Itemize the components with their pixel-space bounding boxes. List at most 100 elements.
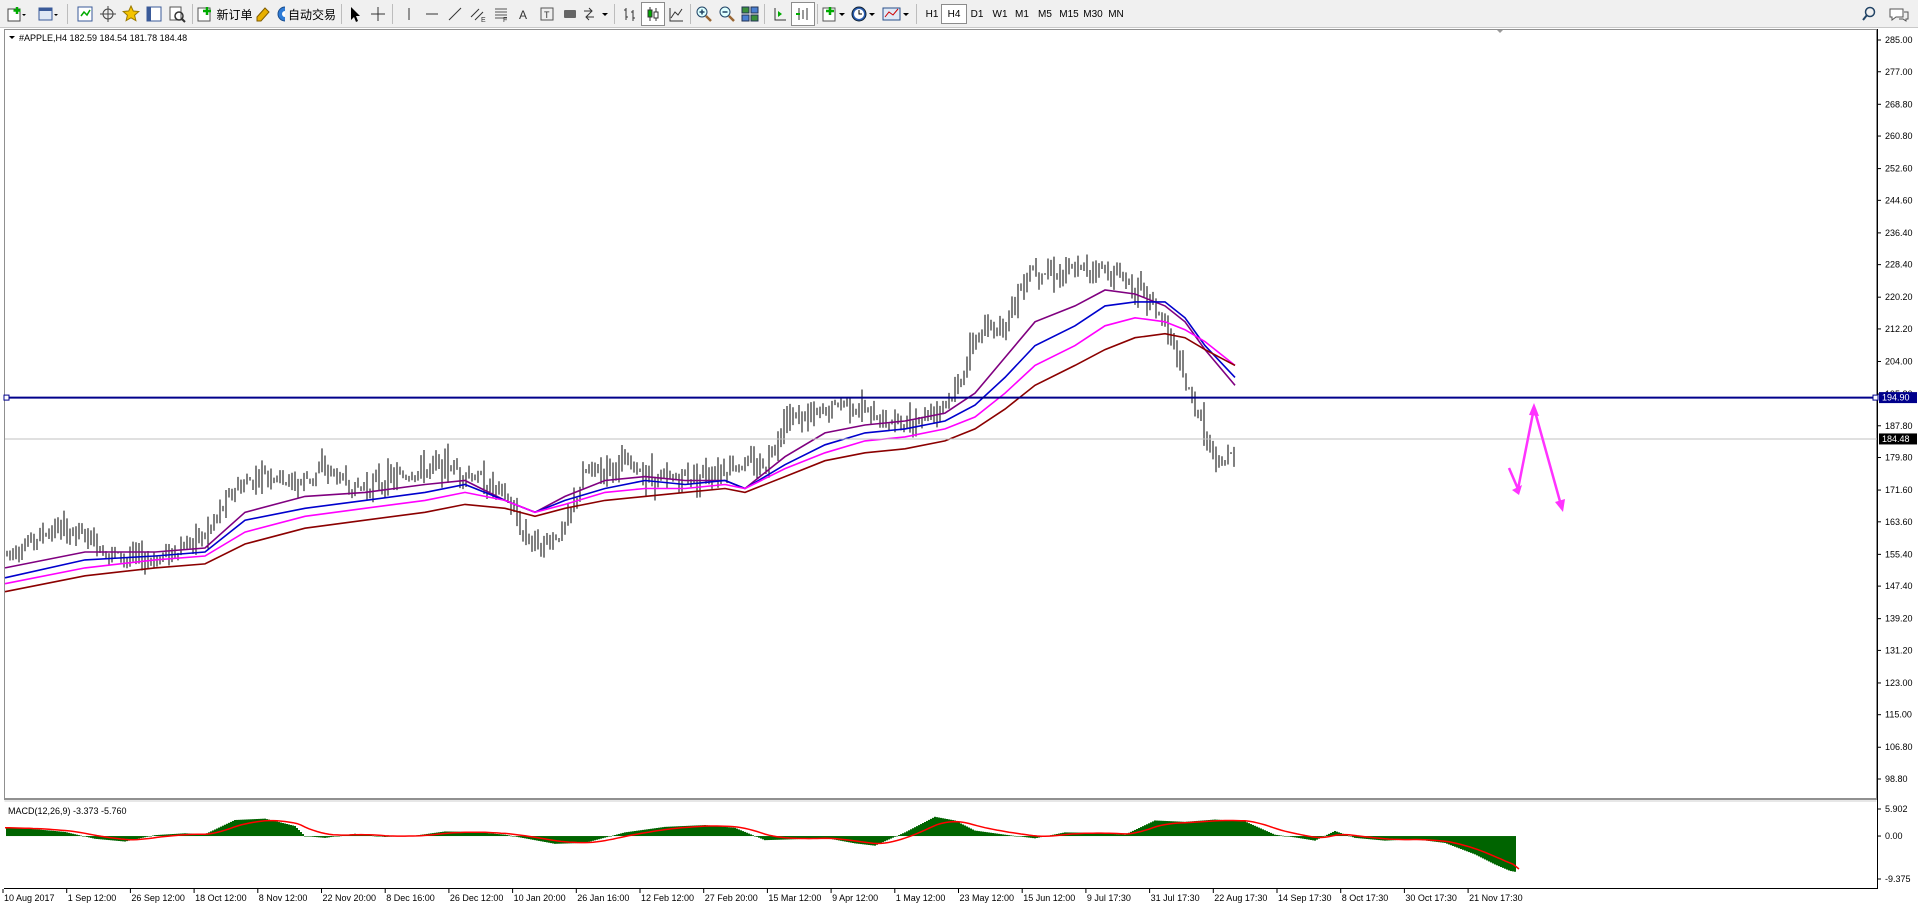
macd-histogram-bar bbox=[1028, 836, 1030, 838]
macd-histogram-bar bbox=[76, 834, 78, 837]
macd-histogram-bar bbox=[506, 835, 508, 837]
trendline-icon bbox=[448, 7, 462, 21]
macd-histogram-bar bbox=[238, 819, 240, 837]
chart-shift-button[interactable] bbox=[791, 2, 815, 26]
macd-histogram-bar bbox=[270, 820, 272, 837]
macd-histogram-bar bbox=[1248, 823, 1250, 837]
macd-histogram-bar bbox=[138, 836, 140, 839]
macd-histogram-bar bbox=[146, 836, 148, 837]
cursor-tool[interactable] bbox=[343, 2, 367, 26]
periods-dropdown[interactable] bbox=[850, 2, 878, 26]
line-chart-button[interactable] bbox=[664, 2, 688, 26]
market-watch-button[interactable] bbox=[73, 2, 97, 26]
macd-histogram-bar bbox=[160, 834, 162, 837]
macd-histogram-bar bbox=[726, 827, 728, 837]
macd-histogram-bar bbox=[308, 836, 310, 837]
macd-histogram-bar bbox=[1272, 833, 1274, 837]
hline-handle-left[interactable] bbox=[3, 394, 10, 401]
zoom-in-button[interactable] bbox=[692, 2, 716, 26]
macd-histogram-bar bbox=[1228, 820, 1230, 837]
new-chart-button[interactable] bbox=[4, 2, 28, 26]
macd-histogram-bar bbox=[278, 822, 280, 837]
indicators-dropdown[interactable] bbox=[820, 2, 848, 26]
macd-histogram-bar bbox=[994, 833, 996, 837]
tile-windows-button[interactable] bbox=[738, 2, 762, 26]
macd-histogram-bar bbox=[372, 835, 374, 837]
macd-histogram-bar bbox=[1026, 836, 1028, 838]
macd-histogram-bar bbox=[374, 835, 376, 837]
macd-histogram-bar bbox=[1476, 836, 1478, 856]
vertical-line-tool[interactable] bbox=[397, 2, 421, 26]
macd-histogram-bar bbox=[90, 836, 92, 838]
macd-histogram-bar bbox=[36, 829, 38, 837]
price-axis[interactable]: 285.00 277.00 268.80 260.80 252.60 244.60 236.… bbox=[1877, 35, 1913, 784]
auto-trading-button[interactable]: 自动交易 bbox=[276, 2, 336, 26]
macd-histogram-bar bbox=[846, 836, 848, 842]
timeframe-mn[interactable]: MN bbox=[1103, 4, 1129, 24]
macd-histogram-bar bbox=[764, 836, 766, 841]
templates-dropdown[interactable] bbox=[881, 2, 911, 26]
label-tool[interactable]: T bbox=[535, 2, 559, 26]
new-order-button[interactable]: 新订单 bbox=[197, 2, 253, 26]
macd-histogram-bar bbox=[662, 827, 664, 837]
macd-histogram-bar bbox=[82, 836, 84, 837]
shapes-tool[interactable] bbox=[558, 2, 582, 26]
macd-histogram-bar bbox=[480, 832, 482, 837]
search-button[interactable] bbox=[1857, 2, 1881, 26]
chart-window[interactable]: #APPLE,H4 182.59 184.54 181.78 184.48 28… bbox=[0, 29, 1918, 910]
metaeditor-button[interactable] bbox=[251, 2, 275, 26]
macd-histogram-bar bbox=[1250, 824, 1252, 837]
navigator-button[interactable] bbox=[119, 2, 143, 26]
auto-scroll-button[interactable] bbox=[768, 2, 792, 26]
candlestick-chart-button[interactable] bbox=[641, 2, 665, 26]
data-window-button[interactable] bbox=[96, 2, 120, 26]
macd-histogram-bar bbox=[514, 836, 516, 837]
rectangle-shape-icon bbox=[564, 10, 576, 18]
macd-histogram-bar bbox=[1470, 836, 1472, 853]
macd-histogram-bar bbox=[78, 835, 80, 837]
macd-histogram-bar bbox=[862, 836, 864, 845]
macd-histogram-bar bbox=[586, 836, 588, 843]
cursor-arrow-icon bbox=[351, 7, 360, 22]
hline-handle-right[interactable] bbox=[1872, 394, 1879, 401]
profiles-button[interactable] bbox=[36, 2, 60, 26]
horizontal-line-tool[interactable] bbox=[420, 2, 444, 26]
macd-histogram-bar bbox=[734, 827, 736, 837]
time-axis[interactable]: 10 Aug 2017 1 Sep 12:00 26 Sep 12:00 18 Oct… bbox=[2, 889, 1523, 903]
macd-histogram-bar bbox=[500, 834, 502, 837]
candlestick-icon bbox=[647, 7, 659, 21]
macd-histogram-bar bbox=[990, 832, 992, 837]
zoom-out-button[interactable] bbox=[715, 2, 739, 26]
macd-histogram-bar bbox=[976, 830, 978, 837]
text-tool[interactable]: A bbox=[512, 2, 536, 26]
crosshair-tool[interactable] bbox=[366, 2, 390, 26]
macd-histogram-bar bbox=[556, 836, 558, 844]
trendline-tool[interactable] bbox=[443, 2, 467, 26]
macd-histogram-bar bbox=[240, 819, 242, 837]
bar-chart-button[interactable] bbox=[618, 2, 642, 26]
macd-histogram-bar bbox=[872, 836, 874, 846]
macd-histogram-bar bbox=[246, 819, 248, 837]
macd-histogram-bar bbox=[268, 819, 270, 837]
macd-histogram-bar bbox=[588, 836, 590, 842]
macd-histogram-bar bbox=[1282, 835, 1284, 837]
terminal-button[interactable] bbox=[142, 2, 166, 26]
macd-histogram-bar bbox=[1452, 836, 1454, 846]
macd-histogram-bar bbox=[724, 826, 726, 837]
price-tick-label: 212.20 bbox=[1885, 324, 1913, 334]
arrows-tool-dropdown[interactable] bbox=[581, 2, 609, 26]
pane-divider[interactable] bbox=[4, 800, 1877, 802]
macd-histogram-bar bbox=[1456, 836, 1458, 848]
macd-histogram-bar bbox=[490, 833, 492, 837]
macd-histogram-bar bbox=[1242, 821, 1244, 837]
macd-histogram-bar bbox=[306, 836, 308, 837]
macd-histogram-bar bbox=[590, 836, 592, 842]
chat-button[interactable] bbox=[1887, 2, 1911, 26]
macd-histogram-bar bbox=[1122, 834, 1124, 837]
macd-histogram-bar bbox=[874, 836, 876, 846]
fibonacci-tool[interactable]: F bbox=[489, 2, 513, 26]
macd-histogram-bar bbox=[22, 828, 24, 837]
macd-histogram-bar bbox=[748, 833, 750, 837]
strategy-tester-button[interactable] bbox=[165, 2, 189, 26]
channel-tool[interactable]: E bbox=[466, 2, 490, 26]
